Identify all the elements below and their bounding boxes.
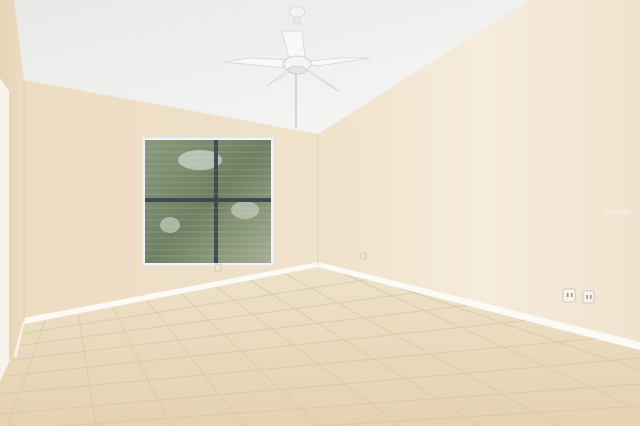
empty-room-photo: Stellar bbox=[0, 0, 640, 426]
outlet-icon bbox=[582, 290, 595, 304]
outlet-icon bbox=[214, 263, 222, 272]
outlet-icon bbox=[360, 252, 367, 260]
outlet-icon bbox=[562, 288, 576, 303]
door-frame bbox=[0, 78, 10, 382]
watermark-text: Stellar bbox=[604, 207, 631, 217]
window bbox=[141, 136, 275, 267]
room-svg bbox=[0, 0, 640, 426]
